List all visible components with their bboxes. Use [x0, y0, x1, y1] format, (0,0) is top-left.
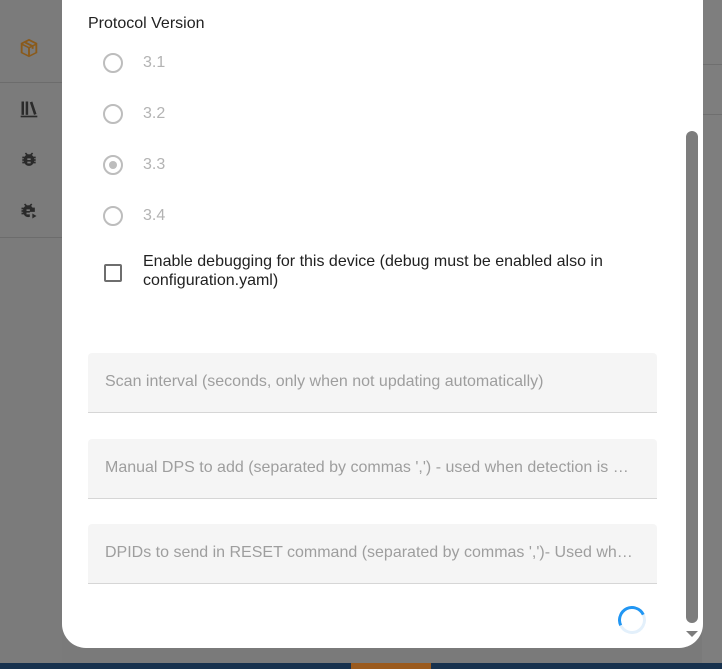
radio-button[interactable] [103, 206, 123, 226]
manual-dps-field[interactable]: Manual DPS to add (separated by commas '… [88, 439, 657, 499]
background-main [702, 0, 722, 669]
radio-option-3-4[interactable]: 3.4 [88, 201, 288, 231]
bottom-bar [0, 663, 722, 669]
protocol-version-label: Protocol Version [88, 15, 205, 32]
radio-label: 3.2 [143, 105, 166, 122]
bug-play-icon[interactable] [17, 199, 41, 223]
debug-checkbox-row[interactable]: Enable debugging for this device (debug … [88, 253, 657, 299]
radio-button[interactable] [103, 53, 123, 73]
manual-dps-placeholder: Manual DPS to add (separated by commas '… [105, 459, 635, 476]
package-icon[interactable] [17, 36, 41, 60]
reset-dpids-placeholder: DPIDs to send in RESET command (separate… [105, 544, 635, 561]
radio-button-selected[interactable] [103, 155, 123, 175]
sidebar-group [0, 82, 62, 238]
radio-option-3-1[interactable]: 3.1 [88, 48, 288, 78]
debug-checkbox[interactable] [104, 264, 122, 282]
scrollbar-thumb[interactable] [686, 131, 698, 623]
scan-interval-placeholder: Scan interval (seconds, only when not up… [105, 373, 544, 390]
radio-label: 3.1 [143, 54, 166, 71]
radio-option-3-2[interactable]: 3.2 [88, 99, 288, 129]
loading-spinner-icon [614, 602, 650, 638]
radio-option-3-3[interactable]: 3.3 [88, 150, 288, 180]
reset-dpids-field[interactable]: DPIDs to send in RESET command (separate… [88, 524, 657, 584]
scroll-down-icon[interactable] [686, 631, 698, 637]
debug-checkbox-label: Enable debugging for this device (debug … [143, 253, 603, 289]
radio-label: 3.4 [143, 207, 166, 224]
sidebar-header [0, 0, 62, 83]
radio-label: 3.3 [143, 156, 166, 173]
bug-icon[interactable] [17, 148, 41, 172]
options-dialog: Protocol Version 3.1 3.2 3.3 3.4 Enable … [62, 0, 703, 648]
sidebar [0, 0, 62, 669]
radio-button[interactable] [103, 104, 123, 124]
scan-interval-field[interactable]: Scan interval (seconds, only when not up… [88, 353, 657, 413]
library-icon[interactable] [17, 97, 41, 121]
